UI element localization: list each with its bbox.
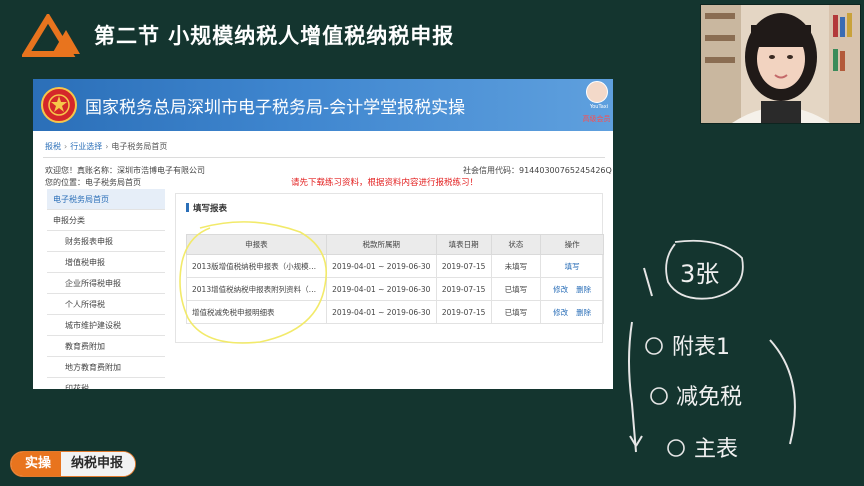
tag-tax-filing: 纳税申报 bbox=[61, 452, 136, 476]
note-top: 3张 bbox=[680, 260, 719, 288]
note-item-3: 主表 bbox=[694, 437, 738, 462]
section-tag: 实操 纳税申报 bbox=[10, 451, 137, 477]
note-item-1: 附表1 bbox=[672, 335, 730, 360]
tag-practice: 实操 bbox=[11, 452, 62, 476]
handwritten-notes: 3张 附表1 减免税 主表 bbox=[628, 239, 796, 462]
note-item-2: 减免税 bbox=[676, 385, 742, 410]
